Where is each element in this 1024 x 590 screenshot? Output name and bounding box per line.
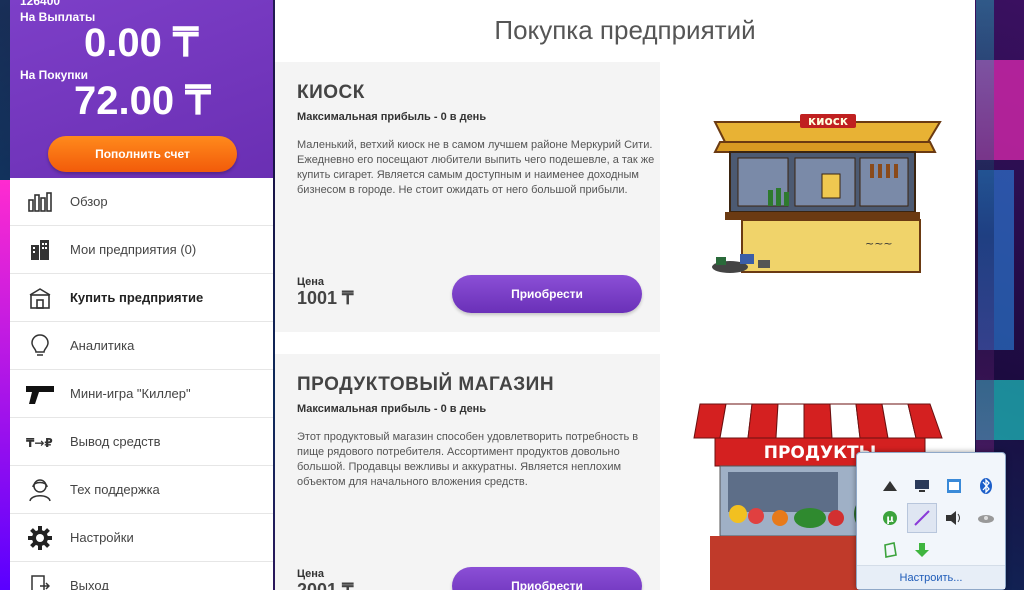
support-icon [10,478,70,502]
page-title: Покупка предприятий [494,14,756,45]
account-id: 126400 [20,0,61,8]
business-info: КИОСК Максимальная прибыль - 0 в день Ма… [275,62,660,332]
price-value: 1001 ₸ [297,288,354,308]
sidebar-item-label: Настройки [70,530,134,545]
lightbulb-icon [10,333,70,358]
sidebar-item-label: Выход [70,578,109,590]
kiosk-sign-text: киоск [808,114,848,128]
sidebar-item-label: Аналитика [70,338,135,353]
cloud-icon[interactable] [971,503,1001,533]
sidebar-item-withdraw[interactable]: ₸→₽ Вывод средств [10,418,273,466]
sidebar-item-buy-business[interactable]: Купить предприятие [10,274,273,322]
svg-text:µ: µ [886,514,894,525]
sidebar-item-overview[interactable]: Обзор [10,178,273,226]
tray-customize-link[interactable]: Настроить... [857,565,1005,589]
bar-chart-icon [10,191,70,212]
speaker-icon[interactable] [939,503,969,533]
bluetooth-icon[interactable] [971,471,1001,501]
sidebar: 126400 На Выплаты 0.00 ₸ На Покупки 72.0… [10,0,273,590]
business-name: КИОСК [297,82,365,103]
sidebar-item-label: Вывод средств [70,434,161,449]
svg-text:~~~: ~~~ [865,237,893,250]
sidebar-item-my-businesses[interactable]: Мои предприятия (0) [10,226,273,274]
buildings-icon [10,239,70,261]
pen-icon[interactable] [907,503,937,533]
price-label: Цена [297,568,325,580]
monitor-icon[interactable] [907,471,937,501]
evernote-icon[interactable] [875,535,905,565]
business-card-kiosk: КИОСК Максимальная прибыль - 0 в день Ма… [275,62,975,332]
business-description: Маленький, ветхий киоск не в самом лучше… [297,139,655,196]
app-window-icon[interactable] [939,471,969,501]
kiosk-illustration: киоск ~~~ [660,62,975,332]
sidebar-item-analytics[interactable]: Аналитика [10,322,273,370]
exchange-icon: ₸→₽ [10,435,70,449]
exit-icon [10,574,70,590]
shop-icon [10,287,70,309]
svg-text:₸→₽: ₸→₽ [26,436,53,449]
sidebar-item-label: Мини-игра "Киллер" [70,386,191,401]
gear-icon [10,525,70,550]
sidebar-item-label: Обзор [70,194,108,209]
sidebar-item-settings[interactable]: Настройки [10,514,273,562]
purchase-amount: 72.00 ₸ [74,79,211,123]
sidebar-item-support[interactable]: Тех поддержка [10,466,273,514]
business-info: ПРОДУКТОВЫЙ МАГАЗИН Максимальная прибыль… [275,354,660,590]
business-profit: Максимальная прибыль - 0 в день [297,111,487,123]
sidebar-menu: Обзор Мои предприятия (0) Купить предпри… [10,178,273,590]
sidebar-item-minigame[interactable]: Мини-игра "Киллер" [10,370,273,418]
sidebar-item-label: Мои предприятия (0) [70,242,197,257]
balance-panel: 126400 На Выплаты 0.00 ₸ На Покупки 72.0… [10,0,273,178]
topup-button[interactable]: Пополнить счет [48,136,237,172]
payout-amount: 0.00 ₸ [84,21,199,65]
buy-button[interactable]: Приобрести [452,567,642,590]
price-value: 2001 ₸ [297,580,354,590]
sidebar-item-label: Тех поддержка [70,482,160,497]
price-label: Цена [297,276,325,288]
business-profit: Максимальная прибыль - 0 в день [297,403,487,415]
system-tray-popup: µ Настроить... [856,452,1006,590]
business-name: ПРОДУКТОВЫЙ МАГАЗИН [297,374,555,395]
utorrent-icon[interactable]: µ [875,503,905,533]
buy-button[interactable]: Приобрести [452,275,642,313]
sidebar-item-label: Купить предприятие [70,290,204,305]
pistol-icon [10,383,70,405]
business-description: Этот продуктовый магазин способен удовле… [297,431,639,488]
download-arrow-icon[interactable] [907,535,937,565]
network-icon[interactable] [875,471,905,501]
sidebar-item-exit[interactable]: Выход [10,562,273,590]
